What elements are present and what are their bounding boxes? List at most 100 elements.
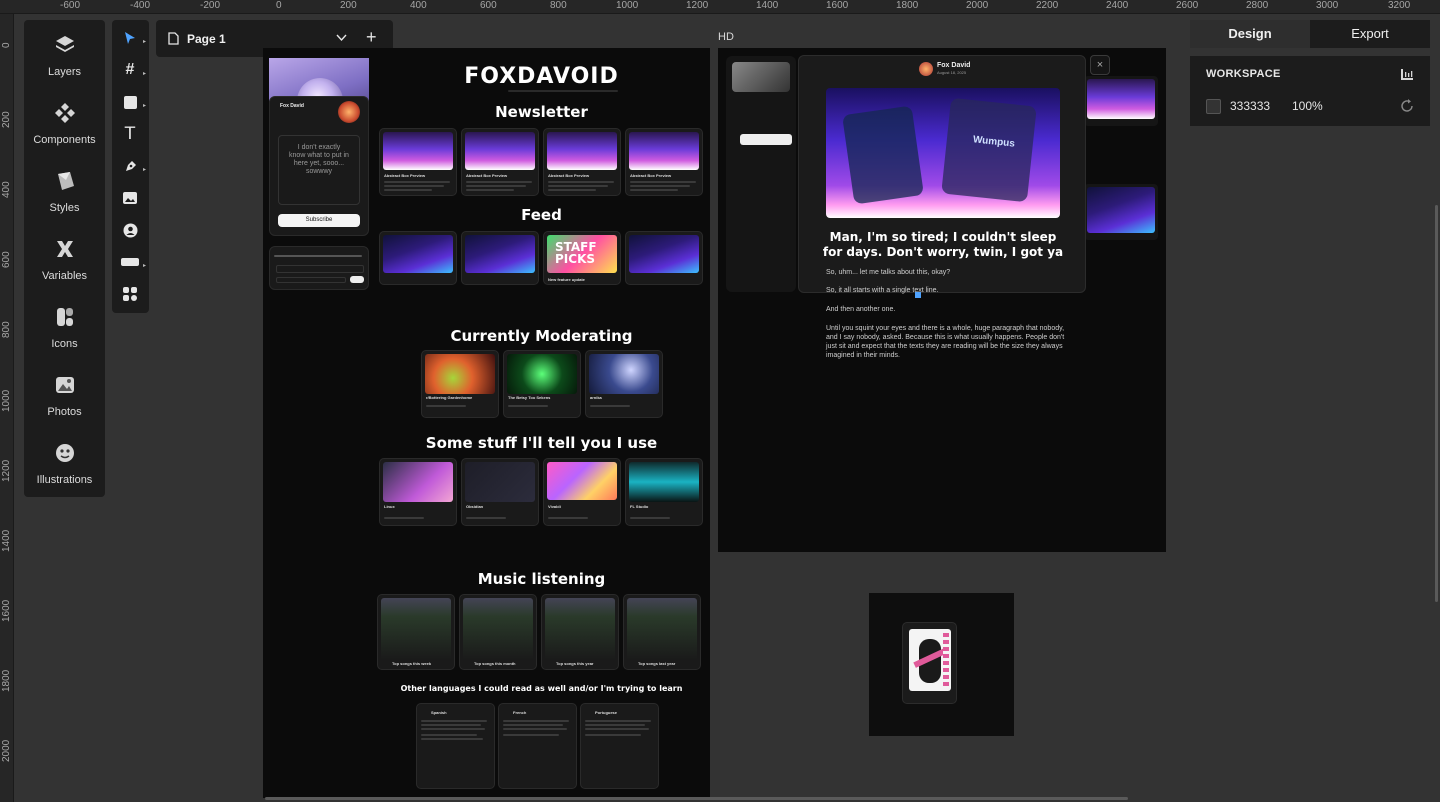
tool-card[interactable]: FL Studio [625,458,703,526]
frame-tool-icon: # [125,61,135,78]
close-icon[interactable]: × [1090,55,1110,75]
ruler-settings-icon[interactable] [1400,68,1414,81]
frame-label[interactable]: HD [718,31,734,43]
rectangle-tool-icon [123,95,137,109]
post-date: August 18, 2025 [937,70,967,75]
card-title: Top songs this year [556,661,594,666]
feed-card[interactable] [461,231,539,285]
panel-item-label: Illustrations [36,474,93,486]
language-card[interactable]: Portuguese [580,703,659,789]
ruler-tick: 1800 [1,669,12,692]
card-title: FL Studio [630,504,649,509]
staff-picks-art: STAFF PICKS [555,240,597,266]
name-field[interactable] [276,277,346,283]
rectangle-tool[interactable]: ▸ [120,92,146,112]
profile-card-art [842,105,924,205]
feed-card[interactable]: STAFF PICKS New feature update [543,231,621,285]
tool-card[interactable]: Obsidian [461,458,539,526]
horizontal-scrollbar[interactable] [265,797,1128,800]
variables-icon [56,241,73,257]
top-ruler[interactable]: -600 -400 -200 0 200 400 600 800 1000 12… [0,0,1440,14]
card-title: Obsidian [466,504,484,509]
newsletter-card[interactable]: Abstract Box Preview [379,128,457,196]
music-card[interactable]: Top songs this year [541,594,619,670]
moderating-card[interactable]: arnika [585,350,663,418]
email-field[interactable] [276,265,364,273]
post-modal: Fox David August 18, 2025 Wumpus Man, I'… [798,55,1086,293]
profile-quote-box: I don't exactly know what to put in here… [278,135,360,205]
tool-card[interactable]: Linux [379,458,457,526]
language-card[interactable]: French [498,703,577,789]
workspace-color-value[interactable]: 333333 [1230,99,1270,113]
panel-item-variables[interactable]: Variables [24,238,105,284]
post-hero-image: Wumpus [826,88,1060,218]
tab-design[interactable]: Design [1190,20,1310,48]
workspace-opacity-value[interactable]: 100% [1292,99,1323,113]
card-title: r/Bottering Gardenhome [426,395,473,400]
panel-item-layers[interactable]: Layers [24,34,105,80]
card-image [383,132,453,170]
inspector-tabs: Design Export [1190,20,1430,48]
music-card[interactable]: Top songs this week [377,594,455,670]
panel-item-label: Variables [41,270,88,282]
reset-icon[interactable] [1400,99,1414,113]
ruler-tick: 1400 [1,529,12,552]
text-tool[interactable]: T [120,124,140,144]
background-card [1084,184,1158,240]
image-tool[interactable] [120,188,140,208]
moderating-card[interactable]: The Betsy Too Sekens [503,350,581,418]
ruler-tick: 2400 [1106,0,1129,11]
join-button[interactable] [350,276,364,283]
card-title: Abstract Box Preview [630,173,672,178]
card-title: Spanish [431,710,447,715]
left-panel: Layers Components Styles Variables Icons… [24,20,105,497]
component-tool[interactable] [120,284,140,304]
button-tool[interactable]: ▸ [120,252,146,272]
card-title: Top songs last year [638,661,676,666]
music-card[interactable]: Top songs last year [623,594,701,670]
card-image [547,132,617,170]
music-card[interactable]: Top songs this month [459,594,537,670]
main-frame[interactable]: Fox David I don't exactly know what to p… [263,48,710,798]
chevron-down-icon[interactable] [336,34,347,42]
avatar-tool[interactable] [120,220,140,240]
pen-tool[interactable]: ▸ [120,156,146,176]
icons-icon [56,308,73,326]
section-tools-title: Some stuff I'll tell you I use [425,434,658,452]
selection-handle[interactable] [915,292,921,298]
frame-tool[interactable]: # ▸ [120,60,146,80]
panel-item-icons[interactable]: Icons [24,306,105,352]
language-card[interactable]: Spanish [416,703,495,789]
moderating-card[interactable]: r/Bottering Gardenhome [421,350,499,418]
components-icon [54,103,75,123]
background-profile-card [726,56,796,292]
add-page-button[interactable]: + [366,27,377,48]
newsletter-card[interactable]: Abstract Box Preview [543,128,621,196]
feed-card[interactable] [625,231,703,285]
newsletter-card[interactable]: Abstract Box Preview [625,128,703,196]
tab-export[interactable]: Export [1310,20,1430,48]
card-title: Vivaldi [548,504,561,509]
feed-card[interactable] [379,231,457,285]
vertical-scrollbar[interactable] [1435,205,1438,602]
post-author: Fox David [937,62,971,69]
pointer-tool-icon [125,32,135,44]
panel-item-label: Photos [47,406,82,418]
pointer-tool[interactable]: ▸ [120,28,146,48]
tool-card[interactable]: Vivaldi [543,458,621,526]
ruler-tick: 800 [550,0,567,11]
panel-item-styles[interactable]: Styles [24,170,105,216]
newsletter-card[interactable]: Abstract Box Preview [461,128,539,196]
panel-item-photos[interactable]: Photos [24,374,105,420]
ruler-tick: 1600 [1,599,12,622]
panel-item-components[interactable]: Components [24,102,105,148]
post-frame[interactable]: Fox David August 18, 2025 Wumpus Man, I'… [718,48,1166,552]
left-ruler[interactable]: 0 200 400 600 800 1000 1200 1400 1600 18… [0,14,14,802]
subscribe-button[interactable]: Subscribe [278,214,360,227]
ruler-tick: 200 [340,0,357,11]
panel-item-illustrations[interactable]: Illustrations [24,442,105,488]
workspace-color-swatch[interactable] [1206,99,1221,114]
sticker-frame[interactable] [869,593,1014,736]
card-title: The Betsy Too Sekens [508,395,551,400]
ruler-tick: 2000 [1,739,12,762]
